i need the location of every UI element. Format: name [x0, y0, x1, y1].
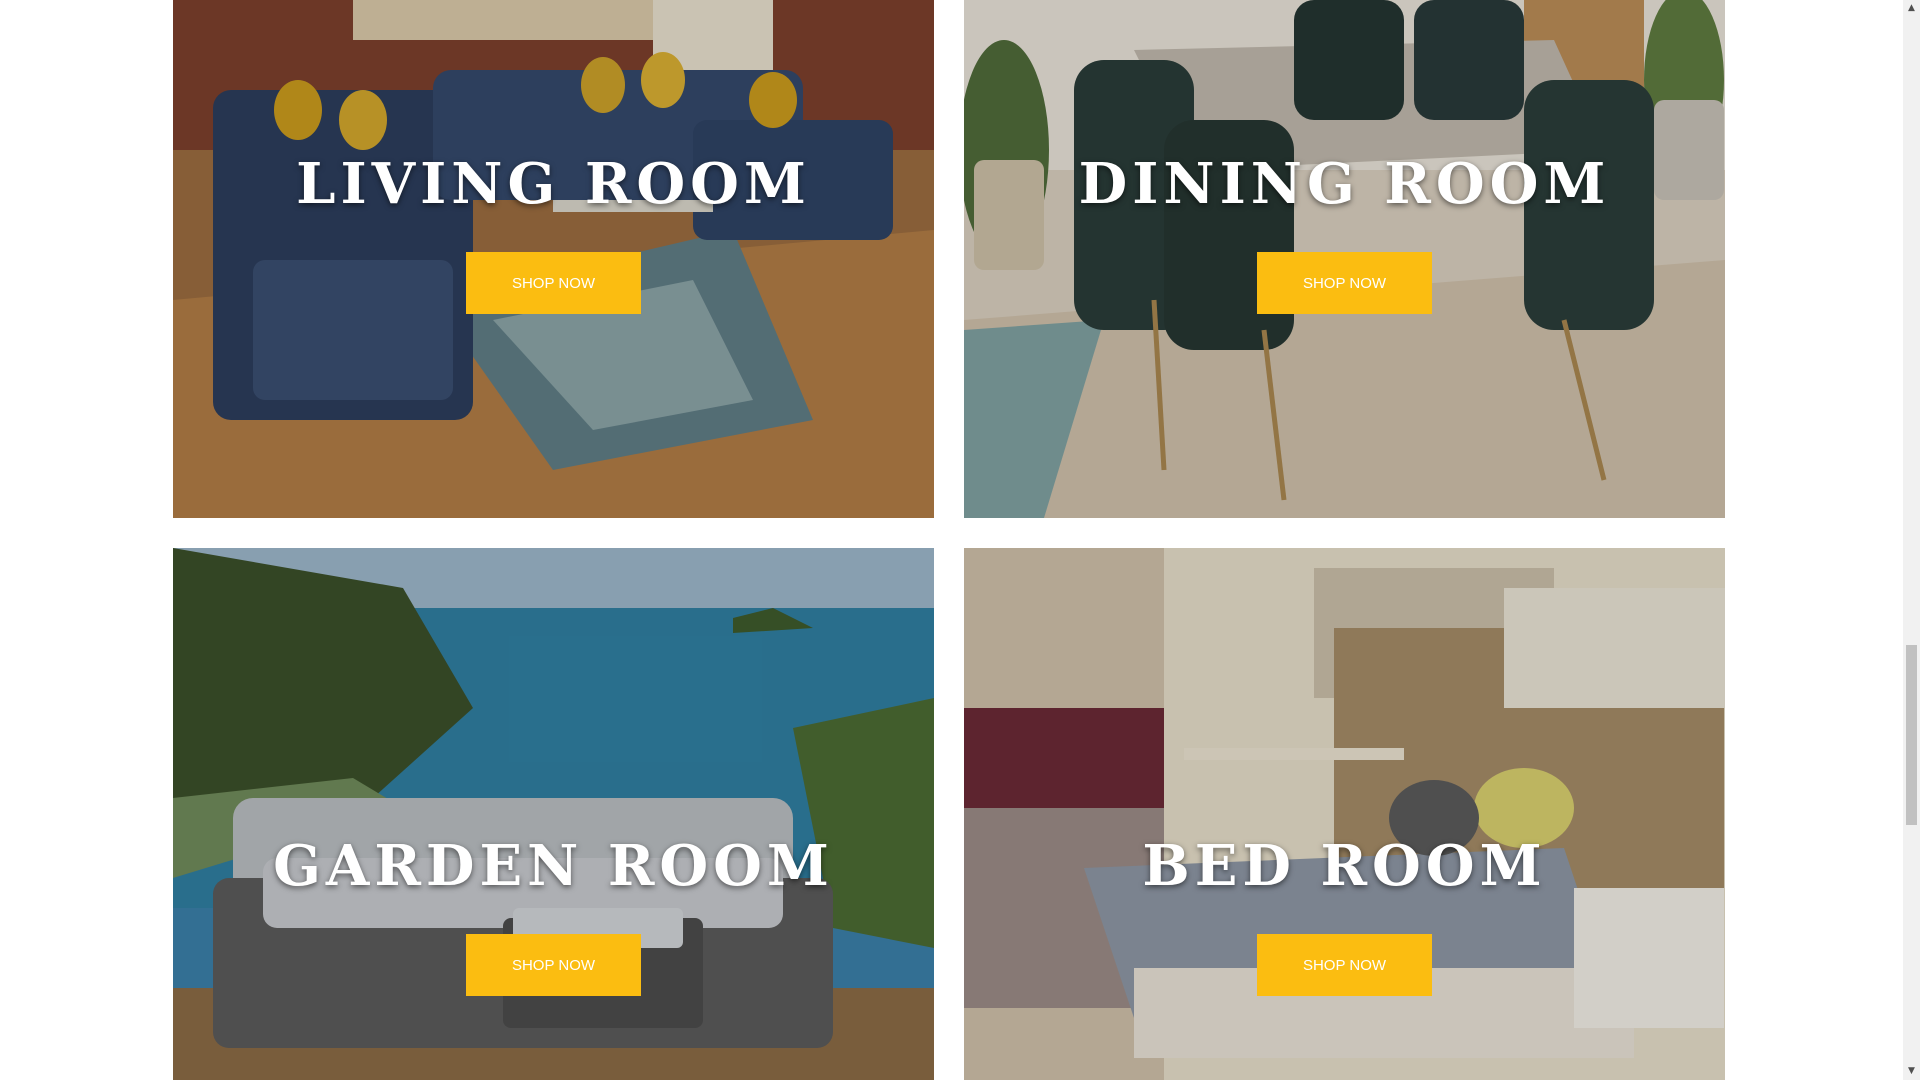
bed-room-overlay: BED ROOM SHOP NOW: [964, 832, 1725, 996]
shop-now-button[interactable]: SHOP NOW: [1257, 934, 1432, 996]
living-room-overlay: LIVING ROOM SHOP NOW: [173, 150, 934, 314]
shop-now-button[interactable]: SHOP NOW: [466, 934, 641, 996]
category-card-dining-room[interactable]: DINING ROOM SHOP NOW: [964, 0, 1725, 518]
scroll-up-arrow-icon[interactable]: ▲: [1903, 0, 1920, 17]
category-card-garden-room[interactable]: GARDEN ROOM SHOP NOW: [173, 548, 934, 1080]
scrollbar-thumb[interactable]: [1906, 645, 1917, 825]
category-grid: LIVING ROOM SHOP NOW DINING ROOM SHOP NO…: [173, 0, 1726, 1080]
dining-room-overlay: DINING ROOM SHOP NOW: [964, 150, 1725, 314]
vertical-scrollbar[interactable]: ▲ ▼: [1903, 0, 1920, 1080]
shop-now-button[interactable]: SHOP NOW: [466, 252, 641, 314]
category-title: LIVING ROOM: [296, 151, 811, 217]
category-card-living-room[interactable]: LIVING ROOM SHOP NOW: [173, 0, 934, 518]
garden-room-photo: [173, 548, 934, 1080]
scroll-down-arrow-icon[interactable]: ▼: [1903, 1063, 1920, 1080]
category-title: GARDEN ROOM: [273, 833, 834, 899]
shop-now-button[interactable]: SHOP NOW: [1257, 252, 1432, 314]
category-title: DINING ROOM: [1078, 151, 1611, 217]
category-card-bed-room[interactable]: BED ROOM SHOP NOW: [964, 548, 1725, 1080]
garden-room-overlay: GARDEN ROOM SHOP NOW: [173, 832, 934, 996]
category-title: BED ROOM: [1142, 833, 1547, 899]
bed-room-photo: [964, 548, 1725, 1080]
